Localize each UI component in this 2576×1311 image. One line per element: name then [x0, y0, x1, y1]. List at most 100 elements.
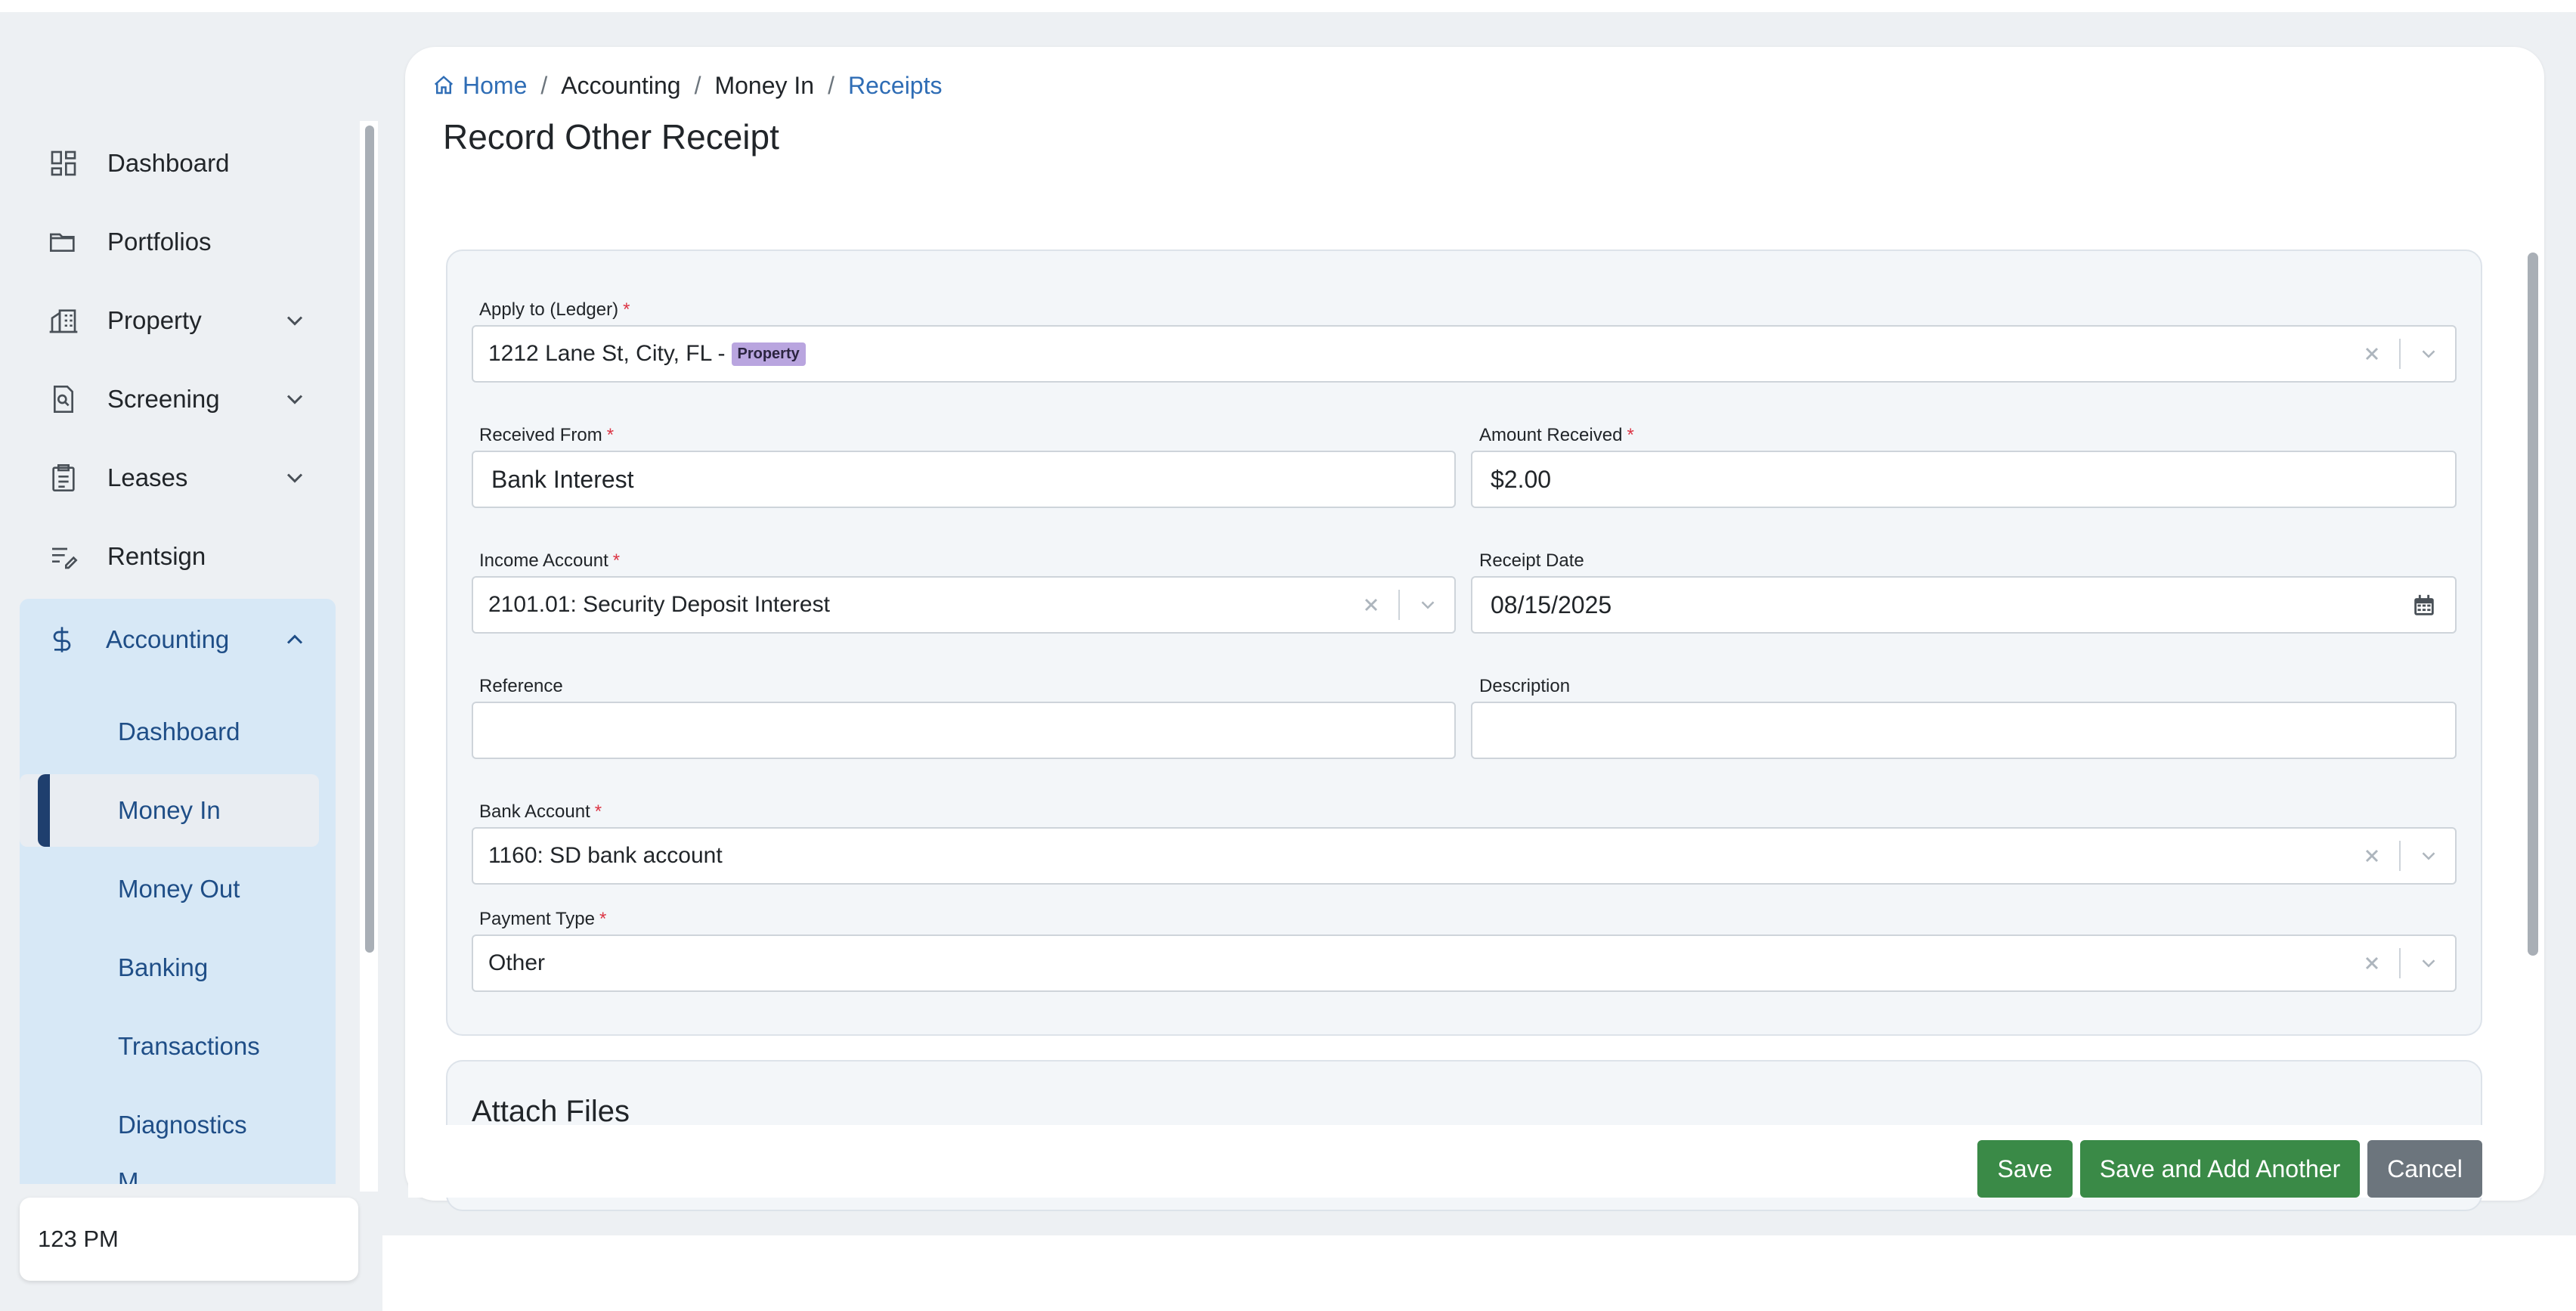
- building-icon: [44, 301, 83, 340]
- breadcrumb-separator: /: [694, 71, 701, 99]
- select-divider: [2399, 948, 2401, 978]
- sidebar-item-label: Portfolios: [107, 228, 212, 256]
- sidebar-subitem-money-out[interactable]: Money Out: [20, 853, 336, 925]
- chevron-down-icon[interactable]: [2417, 342, 2440, 365]
- sidebar-item-accounting[interactable]: Accounting: [20, 599, 336, 680]
- save-button[interactable]: Save: [1977, 1140, 2073, 1198]
- property-badge: Property: [731, 342, 806, 366]
- breadcrumb-accounting: Accounting: [561, 71, 681, 99]
- chevron-down-icon: [286, 316, 303, 326]
- received-from-input[interactable]: Bank Interest: [472, 451, 1456, 508]
- bank-account-select[interactable]: 1160: SD bank account: [472, 827, 2457, 885]
- reference-input[interactable]: [472, 702, 1456, 759]
- amount-received-input[interactable]: $2.00: [1471, 451, 2457, 508]
- time-text: 123 PM: [38, 1226, 119, 1252]
- apply-to-select[interactable]: 1212 Lane St, City, FL - Property: [472, 325, 2457, 383]
- sidebar-item-label: Dashboard: [107, 149, 230, 177]
- page-title: Record Other Receipt: [443, 117, 779, 157]
- sidebar-subitem-label: Diagnostics: [118, 1111, 247, 1139]
- sidebar-subitem-label: M...: [118, 1167, 159, 1184]
- attach-files-title: Attach Files: [472, 1095, 630, 1128]
- sidebar-item-screening[interactable]: Screening: [21, 363, 336, 435]
- sidebar-subitem-money-in[interactable]: Money In: [20, 774, 319, 847]
- sidebar-subitem-label: Money In: [118, 796, 221, 824]
- reference-label: Reference: [479, 676, 563, 696]
- payment-type-select[interactable]: Other: [472, 934, 2457, 992]
- sidebar-item-rentsign[interactable]: Rentsign: [21, 520, 336, 593]
- description-input[interactable]: [1471, 702, 2457, 759]
- breadcrumb-money-in: Money In: [714, 71, 815, 99]
- sidebar-subitem-label: Transactions: [118, 1032, 260, 1060]
- accounting-panel: Accounting Dashboard Money In Money Out …: [20, 599, 336, 1184]
- amount-received-label: Amount Received *: [1479, 425, 1634, 445]
- sidebar-subitem-banking[interactable]: Banking: [20, 931, 336, 1004]
- sidebar-subitem-cut-off[interactable]: M...: [20, 1167, 336, 1184]
- breadcrumb-separator: /: [828, 71, 834, 99]
- income-account-label: Income Account *: [479, 550, 621, 571]
- select-divider: [2399, 339, 2401, 369]
- sidebar-subitem-label: Banking: [118, 953, 209, 981]
- sidebar-item-portfolios[interactable]: Portfolios: [21, 206, 336, 278]
- clipboard-icon: [44, 458, 83, 497]
- breadcrumb: Home / Accounting / Money In / Receipts: [432, 70, 942, 101]
- save-and-add-another-button[interactable]: Save and Add Another: [2080, 1140, 2360, 1198]
- breadcrumb-home[interactable]: Home: [463, 72, 527, 100]
- sidebar-item-label: Screening: [107, 385, 220, 413]
- receipt-date-label: Receipt Date: [1479, 550, 1584, 571]
- bank-account-value: 1160: SD bank account: [488, 843, 723, 868]
- bank-account-label: Bank Account *: [479, 801, 602, 822]
- select-divider: [1398, 590, 1400, 620]
- folder-icon: [44, 222, 83, 262]
- sidebar-item-label: Property: [107, 306, 202, 334]
- sidebar-subitem-label: Money Out: [118, 875, 240, 903]
- sidebar-subitem-label: Dashboard: [118, 717, 240, 745]
- sidebar-subitem-diagnostics[interactable]: Diagnostics: [20, 1089, 336, 1161]
- chevron-down-icon: [286, 395, 303, 404]
- time-card: 123 PM: [20, 1198, 358, 1281]
- received-from-value: Bank Interest: [491, 465, 634, 493]
- receipt-date-value: 08/15/2025: [1491, 590, 1612, 618]
- top-strip: [0, 0, 2576, 12]
- apply-to-value: 1212 Lane St, City, FL -: [488, 341, 726, 366]
- clear-icon[interactable]: [1361, 594, 1382, 615]
- sidebar-item-label: Rentsign: [107, 542, 206, 570]
- chevron-down-icon[interactable]: [2417, 952, 2440, 975]
- sidebar-subitem-dashboard[interactable]: Dashboard: [20, 696, 336, 768]
- select-divider: [2399, 841, 2401, 871]
- sidebar-item-dashboard[interactable]: Dashboard: [21, 127, 336, 200]
- chevron-up-icon: [286, 634, 303, 644]
- chevron-down-icon[interactable]: [2417, 845, 2440, 867]
- sidebar-item-label: Accounting: [106, 625, 230, 653]
- clear-icon[interactable]: [2361, 953, 2382, 974]
- cancel-button[interactable]: Cancel: [2367, 1140, 2482, 1198]
- bottom-strip: [382, 1235, 2576, 1311]
- received-from-label: Received From *: [479, 425, 615, 445]
- sidebar: Dashboard Portfolios Property Screening …: [0, 12, 378, 1184]
- dollar-icon: [42, 620, 82, 659]
- apply-to-label: Apply to (Ledger) *: [479, 299, 630, 320]
- clear-icon[interactable]: [2361, 343, 2382, 364]
- home-icon[interactable]: [432, 74, 455, 97]
- sidebar-item-leases[interactable]: Leases: [21, 442, 336, 514]
- sidebar-item-label: Leases: [107, 463, 188, 491]
- sign-icon: [44, 537, 83, 576]
- sidebar-scrollbar-thumb[interactable]: [365, 126, 374, 953]
- payment-type-label: Payment Type *: [479, 909, 607, 929]
- form-scrollbar-thumb[interactable]: [2528, 253, 2538, 956]
- income-account-select[interactable]: 2101.01: Security Deposit Interest: [472, 576, 1456, 634]
- income-account-value: 2101.01: Security Deposit Interest: [488, 592, 830, 617]
- receipt-date-input[interactable]: 08/15/2025: [1471, 576, 2457, 634]
- sidebar-item-property[interactable]: Property: [21, 284, 336, 357]
- dashboard-icon: [44, 144, 83, 183]
- breadcrumb-separator: /: [540, 71, 548, 99]
- sidebar-subitem-transactions[interactable]: Transactions: [20, 1010, 336, 1083]
- chevron-down-icon[interactable]: [1416, 594, 1439, 616]
- description-label: Description: [1479, 676, 1571, 696]
- breadcrumb-receipts[interactable]: Receipts: [848, 72, 943, 100]
- amount-received-value: $2.00: [1491, 465, 1552, 493]
- clear-icon[interactable]: [2361, 845, 2382, 866]
- chevron-down-icon: [286, 473, 303, 483]
- payment-type-value: Other: [488, 950, 546, 975]
- calendar-icon[interactable]: [2411, 593, 2437, 618]
- screening-icon: [44, 380, 83, 419]
